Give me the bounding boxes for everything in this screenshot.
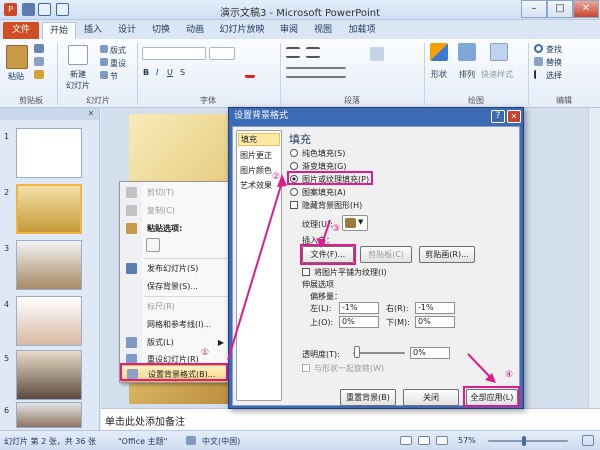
- annotation-arrows: [227, 174, 496, 383]
- arrowhead: [277, 174, 287, 187]
- arrow-to-picture-fill: [227, 181, 283, 361]
- arrow-to-apply-all: [467, 353, 493, 380]
